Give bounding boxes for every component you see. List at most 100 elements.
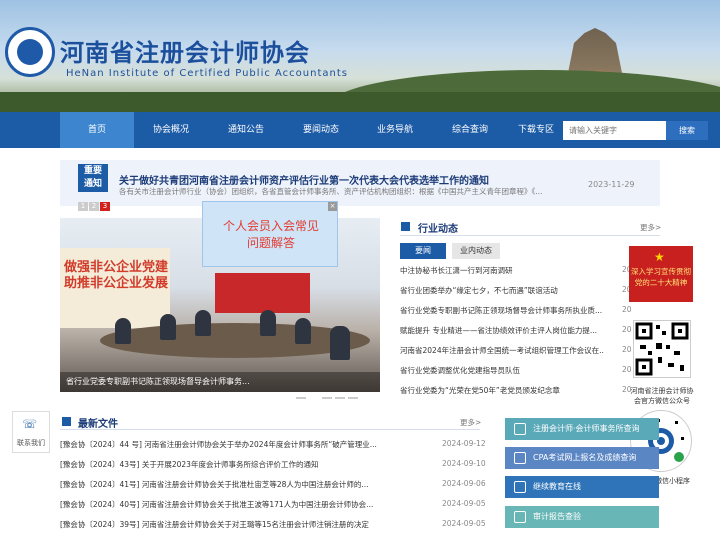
badge-line2: 通知	[83, 179, 102, 189]
person-figure	[260, 310, 276, 336]
nav-item-news[interactable]: 要闻动态	[284, 112, 358, 148]
nav-item-notices[interactable]: 通知公告	[209, 112, 283, 148]
nav-item-query[interactable]: 综合查询	[433, 112, 507, 148]
nav-item-downloads[interactable]: 下载专区	[508, 112, 564, 148]
document-date: 2024-09-06	[442, 479, 486, 488]
nav-item-about[interactable]: 协会概况	[134, 112, 208, 148]
header-banner: 河南省注册会计师协会 HeNan Institute of Certified …	[0, 0, 720, 112]
slideshow-indicators	[296, 384, 376, 399]
slogan-line1: 做强非公企业党建	[64, 260, 169, 275]
person-figure	[195, 310, 211, 336]
news-date: 20	[622, 325, 632, 334]
site-title: 河南省注册会计师协会	[60, 39, 310, 67]
tab-industry-updates[interactable]: 业内动态	[452, 243, 500, 259]
document-date: 2024-09-10	[442, 459, 486, 468]
nav-item-business[interactable]: 业务导航	[358, 112, 432, 148]
wechat-official-caption: 河南省注册会计师协 会官方微信公众号	[627, 386, 697, 406]
section-divider	[400, 235, 660, 236]
phone-icon: ☏	[22, 417, 38, 431]
news-item[interactable]: 河南省2024年注册会计师全国统一考试组织管理工作会议在...	[400, 345, 604, 356]
slideshow-caption[interactable]: 省行业党委专职副书记陈正领现场督导会计师事务...	[60, 372, 380, 392]
slogan-line2: 助推非公企业发展	[64, 276, 169, 291]
tab-headlines[interactable]: 要闻	[400, 243, 446, 259]
document-item[interactable]: [豫会协〔2024〕39号] 河南省注册会计师协会关于对王璐等15名注册会计师注…	[60, 519, 380, 530]
industry-news-title: 行业动态	[418, 224, 458, 235]
news-item[interactable]: 省行业团委举办“缘定七夕，不七而遇”联谊活动	[400, 285, 604, 296]
document-date: 2024-09-12	[442, 439, 486, 448]
contact-us-label: 联系我们	[17, 439, 45, 447]
popup-line2: 问题解答	[246, 236, 295, 250]
logo-emblem-icon	[17, 39, 43, 65]
qr-caption-line1: 河南省注册会计师协	[630, 387, 694, 395]
close-icon[interactable]: ×	[328, 202, 337, 211]
ad-line1: 深入学习宣传贯彻	[631, 267, 691, 276]
slide-dot[interactable]	[322, 397, 332, 399]
notice-page-2[interactable]: 2	[89, 202, 99, 211]
news-item[interactable]: 省行业党委专职副书记陈正领现场督导会计师事务所执业质...	[400, 305, 604, 316]
wechat-official-qr-code	[633, 320, 691, 378]
document-date: 2024-09-05	[442, 499, 486, 508]
notice-page-1[interactable]: 1	[78, 202, 88, 211]
person-figure	[330, 326, 350, 360]
section-icon	[401, 222, 410, 231]
news-item[interactable]: 赋能提升 专业精进——省注协绩效评价主评人岗位能力提...	[400, 325, 604, 336]
person-figure	[115, 318, 131, 344]
slide-dot[interactable]	[335, 397, 345, 399]
notice-page-3[interactable]: 3	[100, 202, 110, 211]
cpa-exam-registration-button[interactable]: CPA考试网上报名及成绩查询	[505, 447, 659, 469]
section-divider	[60, 429, 480, 430]
ad-line2: 党的二十大精神	[634, 278, 688, 287]
member-faq-popup[interactable]: 个人会员入会常见 问题解答	[202, 201, 338, 267]
document-item[interactable]: [豫会协〔2024〕40号] 河南省注册会计师协会关于批准王波等171人为中国注…	[60, 499, 380, 510]
news-date: 20	[622, 365, 632, 374]
industry-news-more-link[interactable]: 更多>	[640, 222, 661, 233]
nav-item-home[interactable]: 首页	[60, 112, 134, 148]
documents-more-link[interactable]: 更多>	[460, 417, 481, 428]
news-item[interactable]: 省行业党委调整优化党建指导员队伍	[400, 365, 604, 376]
popup-line1: 个人会员入会常见	[222, 219, 319, 233]
document-date: 2024-09-05	[442, 519, 486, 528]
qr-caption-line2: 会官方微信公众号	[634, 397, 690, 405]
news-item[interactable]: 中注协秘书长江潇一行到河南调研	[400, 265, 604, 276]
meeting-screen	[215, 273, 310, 313]
news-date: 20	[622, 305, 632, 314]
person-icon	[514, 452, 526, 464]
site-subtitle: HeNan Institute of Certified Public Acco…	[66, 68, 348, 79]
service-label: 注册会计师·会计师事务所查询	[533, 424, 640, 433]
search-icon	[514, 423, 526, 435]
badge-line1: 重要	[83, 166, 102, 176]
education-icon	[514, 481, 526, 493]
party-wall-slogan: 做强非公企业党建 助推非公企业发展	[64, 260, 168, 292]
document-item[interactable]: [豫会协〔2024〕43号] 关于开展2023年度会计师事务所综合评价工作的通知	[60, 459, 380, 470]
document-item[interactable]: [豫会协〔2024〕41号] 河南省注册会计师协会关于批准杜宙芝等28人为中国注…	[60, 479, 380, 490]
notice-summary: 各有关市注册会计师行业（协会）团组织，各省直管会计师事务所、资产评估机构团组织：…	[119, 187, 543, 196]
latest-documents-title: 最新文件	[78, 419, 118, 430]
search-button[interactable]: 搜索	[666, 121, 708, 140]
service-label: CPA考试网上报名及成绩查询	[533, 453, 637, 462]
person-figure	[160, 314, 176, 340]
continuing-education-button[interactable]: 继续教育在线	[505, 476, 659, 498]
document-item[interactable]: [豫会协〔2024〕44 号] 河南省注册会计师协会关于举办2024年度会计师事…	[60, 439, 380, 450]
slide-dot[interactable]	[296, 397, 306, 399]
person-figure	[295, 318, 311, 344]
important-notice-badge: 重要 通知	[78, 164, 108, 192]
service-label: 审计报告查验	[533, 512, 581, 521]
cpa-firm-query-button[interactable]: 注册会计师·会计师事务所查询	[505, 418, 659, 440]
document-icon	[62, 417, 71, 426]
audit-report-verify-button[interactable]: 审计报告查验	[505, 506, 659, 528]
association-logo[interactable]	[5, 27, 55, 77]
notice-pager: 123	[78, 193, 112, 211]
slide-dot[interactable]	[348, 397, 358, 399]
news-date: 20	[622, 345, 632, 354]
party-congress-ad-text: 深入学习宣传贯彻 党的二十大精神	[629, 266, 693, 288]
notice-title-link[interactable]: 关于做好共青团河南省注册会计师资产评估行业第一次代表大会代表选举工作的通知	[119, 172, 489, 187]
search-input[interactable]	[563, 121, 666, 140]
news-item[interactable]: 省行业党委为“光荣在党50年”老党员颁发纪念章	[400, 385, 604, 396]
report-icon	[514, 511, 526, 523]
notice-date: 2023-11-29	[588, 180, 635, 189]
tree-line-illustration	[0, 92, 720, 112]
service-label: 继续教育在线	[533, 482, 581, 491]
popup-text: 个人会员入会常见 问题解答	[203, 218, 339, 252]
star-icon: ★	[654, 250, 665, 264]
slide-dot-active[interactable]	[309, 397, 319, 399]
